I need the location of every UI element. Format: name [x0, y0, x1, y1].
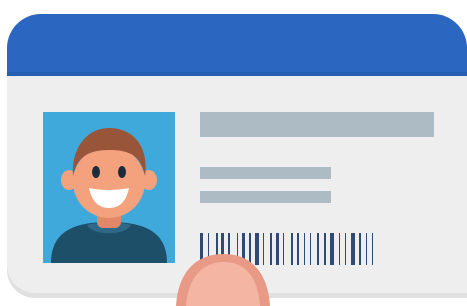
info-placeholder-line-1 [200, 167, 331, 179]
smiling-person-icon [51, 128, 167, 263]
thumb-holding-card [172, 246, 272, 306]
barcode-bar [283, 233, 284, 265]
barcode-bar [351, 233, 355, 265]
barcode-bar [291, 233, 293, 265]
card-header-band [7, 14, 467, 76]
barcode-bar [310, 233, 311, 265]
barcode-bar [276, 233, 279, 265]
barcode-bar [304, 233, 305, 265]
thumb-icon [176, 254, 270, 306]
barcode-bar [366, 233, 367, 265]
barcode-bar [317, 233, 319, 265]
name-placeholder-line [200, 112, 434, 137]
barcode-bar [359, 233, 361, 265]
barcode-bar [339, 233, 340, 265]
barcode-bar [345, 233, 346, 265]
barcode-bar [324, 233, 326, 265]
barcode-bar [297, 233, 299, 265]
barcode-bar [330, 233, 334, 265]
barcode-bar [372, 233, 373, 265]
info-placeholder-line-2 [200, 191, 331, 203]
profile-photo [43, 112, 175, 263]
